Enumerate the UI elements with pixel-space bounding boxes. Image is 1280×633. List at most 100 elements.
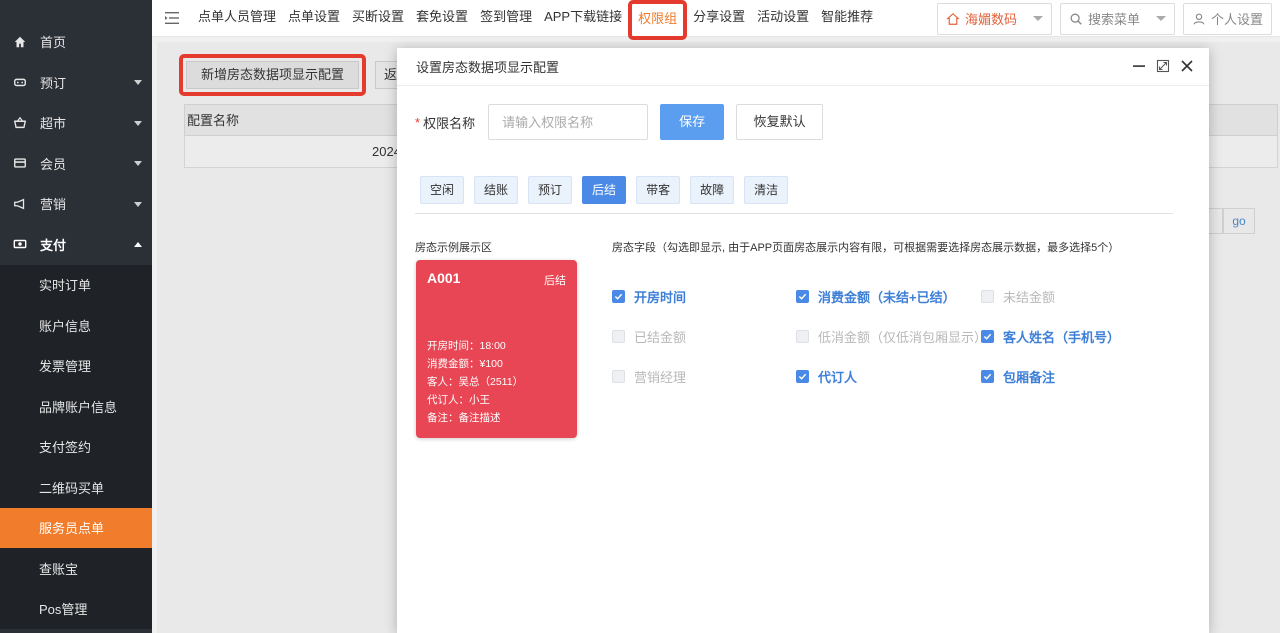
tab-order-settings[interactable]: 点单设置 <box>282 0 346 37</box>
chevron-down-icon <box>134 120 142 126</box>
add-button-highlight: 新增房态数据项显示配置 <box>179 54 367 96</box>
tab-checkin-management[interactable]: 签到管理 <box>474 0 538 37</box>
status-tab-idle[interactable]: 空闲 <box>420 176 465 204</box>
sidebar-item-member[interactable]: 会员 <box>0 143 152 184</box>
go-button[interactable]: go <box>1223 208 1255 234</box>
field-open-time[interactable]: 开房时间 <box>612 287 686 306</box>
card-line-guest: 客人：吴总（2511） <box>427 376 524 388</box>
tab-app-download[interactable]: APP下载链接 <box>538 0 628 37</box>
field-booker[interactable]: 代订人 <box>796 367 857 386</box>
field-settled-amount[interactable]: 已结金额 <box>612 327 686 346</box>
chevron-down-icon <box>1155 16 1166 21</box>
room-status-tabs: 空闲 结账 预订 后结 带客 故障 清洁 <box>420 176 789 204</box>
field-sales-manager[interactable]: 营销经理 <box>612 367 686 386</box>
permission-name-label: 权限名称 <box>423 115 476 131</box>
basket-icon <box>12 115 28 131</box>
field-consumption-amount[interactable]: 消费金额（未结+已结） <box>796 287 956 306</box>
sidebar-item-marketing[interactable]: 营销 <box>0 184 152 225</box>
booking-icon <box>12 74 28 90</box>
sidebar-subitem-invoice[interactable]: 发票管理 <box>0 346 152 387</box>
sidebar-item-label: 支付 <box>40 237 67 253</box>
save-button[interactable]: 保存 <box>660 104 725 140</box>
tab-activity-settings[interactable]: 活动设置 <box>751 0 815 37</box>
field-room-note[interactable]: 包厢备注 <box>981 367 1055 386</box>
sidebar-subitem-realtime-orders[interactable]: 实时订单 <box>0 265 152 306</box>
status-tab-with-guest[interactable]: 带客 <box>636 176 681 204</box>
close-icon[interactable] <box>1179 58 1195 74</box>
checkbox-unchecked-icon <box>981 290 994 303</box>
permission-name-input[interactable] <box>488 104 649 140</box>
modal-header: 设置房态数据项显示配置 <box>397 48 1209 86</box>
chevron-up-icon <box>134 242 142 248</box>
tab-buyout-settings[interactable]: 买断设置 <box>346 0 410 37</box>
field-guest-name[interactable]: 客人姓名（手机号） <box>981 327 1120 346</box>
sidebar-item-label: 营销 <box>40 197 67 213</box>
status-tab-reserved[interactable]: 预订 <box>528 176 573 204</box>
user-settings-button[interactable]: 个人设置 <box>1182 2 1272 35</box>
sidebar-item-booking[interactable]: 预订 <box>0 62 152 103</box>
sidebar-subitem-account-info[interactable]: 账户信息 <box>0 305 152 346</box>
home-icon <box>946 12 960 25</box>
card-line-booker: 代订人：小王 <box>427 394 490 406</box>
room-number: A001 <box>427 270 461 286</box>
status-tab-fault[interactable]: 故障 <box>690 176 735 204</box>
add-config-button[interactable]: 新增房态数据项显示配置 <box>186 61 360 89</box>
tab-permission-group[interactable]: 权限组 <box>628 0 688 40</box>
payment-icon <box>12 236 28 252</box>
shop-selector[interactable]: 海媚数码 <box>936 2 1052 35</box>
search-icon <box>1070 13 1082 25</box>
tab-share-settings[interactable]: 分享设置 <box>687 0 751 37</box>
home-icon <box>12 34 28 50</box>
sidebar-item-payment[interactable]: 支付 <box>0 224 152 265</box>
card-icon <box>12 155 28 171</box>
card-line-amount: 消费金额：¥100 <box>427 358 503 370</box>
sidebar-item-market[interactable]: 超市 <box>0 103 152 144</box>
status-tab-cleaning[interactable]: 清洁 <box>744 176 789 204</box>
field-unsettled-amount[interactable]: 未结金额 <box>981 287 1055 306</box>
user-icon <box>1193 13 1205 25</box>
checkbox-checked-icon <box>612 290 625 303</box>
checkbox-checked-icon <box>796 290 809 303</box>
sidebar-subitem-payment-contract[interactable]: 支付签约 <box>0 427 152 468</box>
sidebar-subitem-pos[interactable]: Pos管理 <box>0 589 152 630</box>
card-line-note: 备注：备注描述 <box>427 412 501 424</box>
status-tab-post-settle[interactable]: 后结 <box>582 176 627 204</box>
field-min-consumption[interactable]: 低消金额（仅低消包厢显示） <box>796 327 987 346</box>
checkbox-checked-icon <box>981 370 994 383</box>
room-card-details: 开房时间：18:00 消费金额：¥100 客人：吴总（2511） 代订人：小王 … <box>427 337 523 427</box>
required-mark: * <box>415 114 421 130</box>
room-status-card: A001 后结 开房时间：18:00 消费金额：¥100 客人：吴总（2511）… <box>416 260 577 438</box>
modal-title: 设置房态数据项显示配置 <box>416 60 560 75</box>
chevron-down-icon <box>134 201 142 207</box>
sidebar-subitem-waiter-order[interactable]: 服务员点单 <box>0 507 152 548</box>
divider <box>415 213 1173 214</box>
sidebar-item-home[interactable]: 首页 <box>0 21 152 62</box>
sidebar-subitem-audit[interactable]: 查账宝 <box>0 548 152 589</box>
permission-form: * 权限名称 保存 恢复默认 <box>415 104 824 140</box>
tab-smart-recommend[interactable]: 智能推荐 <box>815 0 879 37</box>
checkbox-checked-icon <box>981 330 994 343</box>
sidebar-item-label: 预订 <box>40 75 67 91</box>
status-tab-checkout[interactable]: 结账 <box>474 176 519 204</box>
card-line-open-time: 开房时间：18:00 <box>427 340 506 352</box>
demo-area-title: 房态示例展示区 <box>415 242 492 254</box>
checkbox-unchecked-icon <box>796 330 809 343</box>
checkbox-checked-icon <box>796 370 809 383</box>
sidebar-subitem-brand-account[interactable]: 品牌账户信息 <box>0 386 152 427</box>
top-nav: 点单人员管理 点单设置 买断设置 套免设置 签到管理 APP下载链接 权限组 分… <box>152 0 1280 40</box>
checkbox-unchecked-icon <box>612 330 625 343</box>
sidebar: 首页 预订 超市 会员 营销 支付 实时订单 账户信息 发票管理 品牌账户信息 … <box>0 0 152 633</box>
menu-toggle-icon[interactable] <box>152 0 192 37</box>
reset-default-button[interactable]: 恢复默认 <box>736 104 824 140</box>
sidebar-item-label: 超市 <box>40 116 67 132</box>
chevron-down-icon <box>134 80 142 86</box>
room-status: 后结 <box>544 275 566 287</box>
chevron-down-icon <box>1032 16 1043 21</box>
tab-free-set-settings[interactable]: 套免设置 <box>410 0 474 37</box>
sidebar-subitem-qr-pay[interactable]: 二维码买单 <box>0 467 152 508</box>
minimize-icon[interactable] <box>1131 58 1147 74</box>
maximize-icon[interactable] <box>1155 58 1171 74</box>
tab-order-staff[interactable]: 点单人员管理 <box>192 0 282 37</box>
megaphone-icon <box>12 196 28 212</box>
menu-search[interactable]: 搜索菜单 <box>1059 2 1175 35</box>
